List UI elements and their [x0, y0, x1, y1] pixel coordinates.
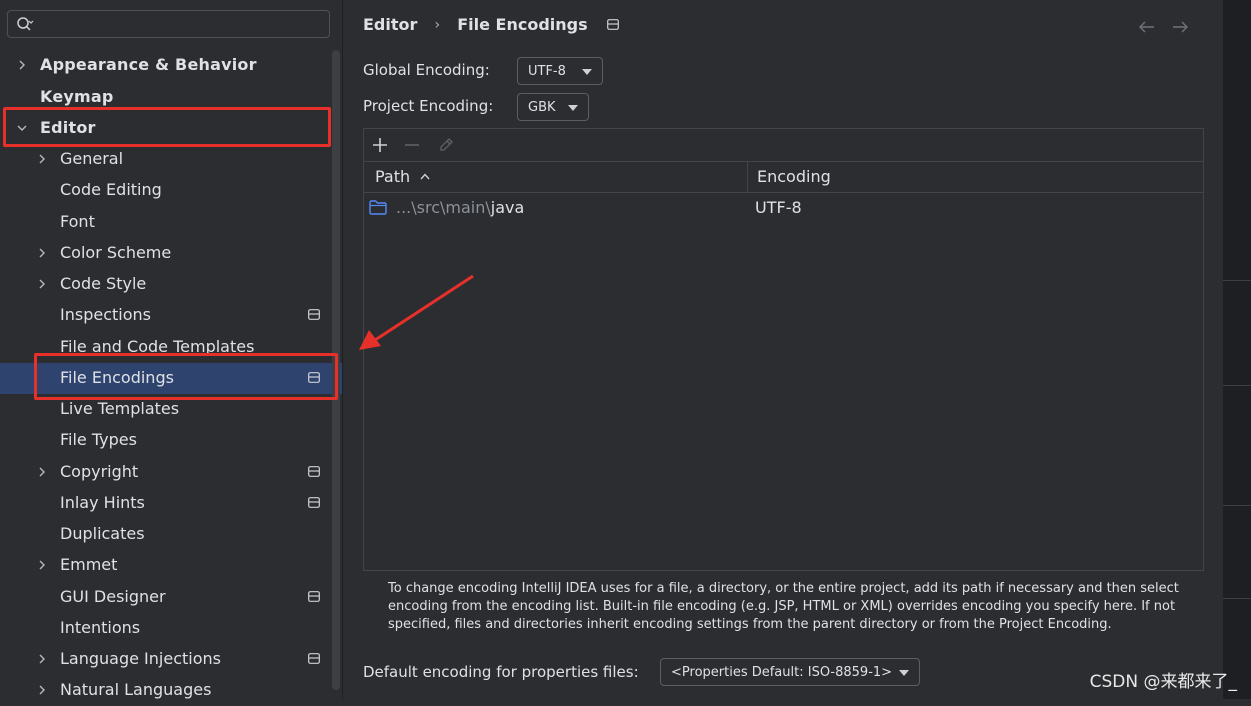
tree-item-label: Appearance & Behavior [40, 55, 257, 74]
default-properties-encoding-label: Default encoding for properties files: [363, 663, 639, 681]
search-input[interactable] [44, 14, 328, 36]
chevron-right-icon[interactable] [36, 247, 48, 259]
forward-arrow-icon[interactable] [1171, 20, 1189, 34]
tree-item-copyright[interactable]: Copyright [0, 457, 330, 488]
project-scope-icon [308, 497, 320, 508]
path-cell: ...\src\main\java [396, 198, 524, 217]
column-header-encoding[interactable]: Encoding [757, 167, 831, 186]
tree-item-inspections[interactable]: Inspections [0, 300, 330, 331]
project-scope-icon [308, 653, 320, 664]
chevron-right-icon[interactable] [36, 559, 48, 571]
tree-item-label: Inspections [60, 305, 151, 324]
tree-item-inlay-hints[interactable]: Inlay Hints [0, 488, 330, 519]
tree-item-label: Code Style [60, 274, 147, 293]
tree-item-label: Language Injections [60, 649, 221, 668]
project-scope-icon [308, 309, 320, 320]
chevron-right-icon[interactable] [36, 466, 48, 478]
tree-item-language-injections[interactable]: Language Injections [0, 644, 330, 675]
default-properties-encoding-value: <Properties Default: ISO-8859-1> [671, 665, 893, 680]
tree-item-label: Emmet [60, 555, 118, 574]
tree-item-natural-languages[interactable]: Natural Languages [0, 675, 330, 706]
watermark: CSDN @来都来了_ [1089, 672, 1237, 692]
path-prefix: ...\src\main\ [396, 198, 491, 217]
background-editor-strip [1223, 0, 1251, 699]
project-encoding-label: Project Encoding: [363, 97, 494, 115]
tree-item-code-editing[interactable]: Code Editing [0, 175, 330, 206]
remove-icon[interactable] [404, 137, 420, 153]
tree-item-label: Duplicates [60, 524, 145, 543]
chevron-right-icon[interactable] [36, 653, 48, 665]
dropdown-arrow-icon [582, 69, 592, 75]
project-scope-icon [308, 591, 320, 602]
tree-item-label: Keymap [40, 87, 114, 106]
project-encoding-value: GBK [528, 100, 556, 115]
breadcrumb-parent[interactable]: Editor [363, 15, 417, 34]
tree-item-label: Copyright [60, 462, 139, 481]
table-row[interactable]: ...\src\main\java UTF-8 [364, 193, 1203, 223]
encoding-cell[interactable]: UTF-8 [755, 198, 802, 217]
chevron-right-icon[interactable] [36, 153, 48, 165]
default-properties-encoding-select[interactable]: <Properties Default: ISO-8859-1> [660, 658, 920, 686]
annotation-box-editor [3, 107, 331, 147]
tree-item-label: GUI Designer [60, 587, 166, 606]
tree-item-color-scheme[interactable]: Color Scheme [0, 238, 330, 269]
tree-item-duplicates[interactable]: Duplicates [0, 519, 330, 550]
dropdown-arrow-icon [568, 105, 578, 111]
add-icon[interactable] [372, 137, 388, 153]
tree-item-intentions[interactable]: Intentions [0, 613, 330, 644]
tree-item-label: Live Templates [60, 399, 180, 418]
annotation-arrow-icon [359, 274, 474, 350]
tree-item-appearance-behavior[interactable]: Appearance & Behavior [0, 50, 330, 81]
breadcrumb-separator-icon: › [434, 16, 441, 33]
tree-item-general[interactable]: General [0, 144, 330, 175]
table-toolbar [364, 129, 1203, 162]
tree-item-label: Intentions [60, 618, 141, 637]
settings-sidebar: Appearance & Behavior Keymap Editor Gene… [0, 0, 342, 699]
project-encoding-select[interactable]: GBK [517, 93, 589, 121]
path-leaf: java [490, 198, 525, 217]
tree-item-label: File Types [60, 430, 137, 449]
column-header-path[interactable]: Path [375, 167, 410, 186]
dropdown-arrow-icon [899, 670, 909, 676]
back-arrow-icon[interactable] [1138, 20, 1156, 34]
tree-item-label: Color Scheme [60, 243, 172, 262]
tree-item-code-style[interactable]: Code Style [0, 269, 330, 300]
tree-item-gui-designer[interactable]: GUI Designer [0, 582, 330, 613]
chevron-right-icon[interactable] [36, 684, 48, 696]
global-encoding-value: UTF-8 [528, 64, 566, 79]
sort-ascending-icon[interactable] [420, 173, 430, 180]
project-scope-icon [606, 19, 619, 30]
tree-item-label: Natural Languages [60, 680, 212, 699]
column-separator[interactable] [747, 161, 748, 192]
global-encoding-label: Global Encoding: [363, 61, 490, 79]
tree-item-label: Code Editing [60, 180, 162, 199]
edit-pencil-icon[interactable] [438, 137, 454, 153]
tree-item-label: Inlay Hints [60, 493, 145, 512]
tree-item-file-types[interactable]: File Types [0, 425, 330, 456]
project-scope-icon [308, 466, 320, 477]
breadcrumb: Editor › File Encodings [363, 14, 619, 38]
settings-search-box[interactable] [7, 10, 330, 38]
annotation-box-file-encodings [34, 353, 338, 400]
help-description: To change encoding IntelliJ IDEA uses fo… [388, 581, 1179, 632]
chevron-right-icon[interactable] [36, 278, 48, 290]
breadcrumb-current: File Encodings [457, 15, 588, 34]
tree-item-label: Font [60, 212, 95, 231]
table-header: Path Encoding [364, 161, 1203, 193]
folder-icon [369, 200, 387, 215]
tree-item-font[interactable]: Font [0, 207, 330, 238]
global-encoding-select[interactable]: UTF-8 [517, 57, 603, 85]
encodings-table: Path Encoding ...\src\main\java UTF-8 [363, 128, 1204, 571]
chevron-right-icon[interactable] [16, 59, 28, 71]
tree-item-emmet[interactable]: Emmet [0, 550, 330, 581]
tree-item-label: General [60, 149, 124, 168]
search-icon[interactable] [16, 16, 34, 32]
